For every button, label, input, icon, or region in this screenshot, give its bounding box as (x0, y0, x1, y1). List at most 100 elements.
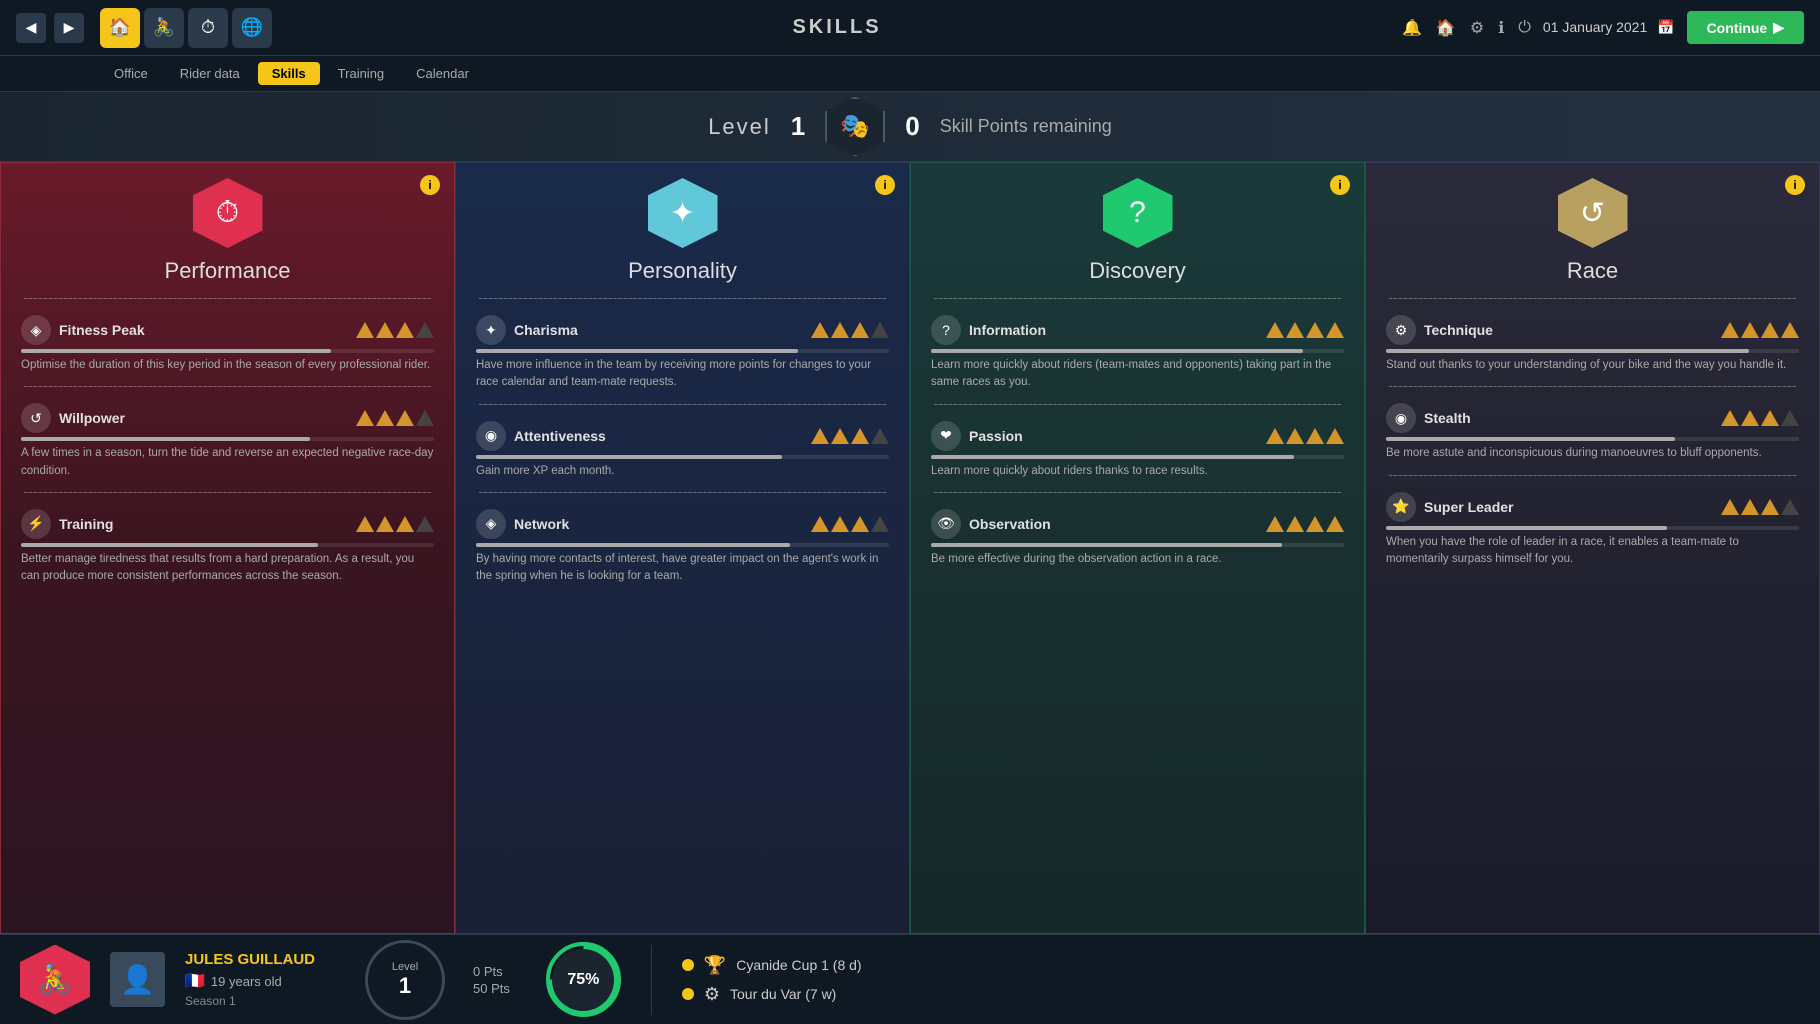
nav-icon-time[interactable]: ⏱ (188, 8, 228, 48)
race-dot-0 (682, 959, 694, 971)
gear-icon[interactable]: ⚙ (1470, 18, 1484, 38)
skill-header-discovery-1: ❤Passion (931, 421, 1344, 451)
star-discovery-0-2 (1306, 322, 1324, 338)
star-performance-1-3 (416, 410, 434, 426)
skill-header-race-0: ⚙Technique (1386, 315, 1799, 345)
page-title: SKILLS (792, 16, 881, 39)
card-info-btn-discovery[interactable]: i (1330, 175, 1350, 195)
skill-desc-race-0: Stand out thanks to your understanding o… (1386, 357, 1799, 374)
tab-office[interactable]: Office (100, 62, 162, 85)
nav-icon-office[interactable]: 🏠 (100, 8, 140, 48)
skill-bar-container-performance-2 (21, 543, 434, 547)
skill-bar-discovery-1 (931, 455, 1294, 459)
skill-name-area-race-1: ◉Stealth (1386, 403, 1471, 433)
star-race-1-1 (1741, 410, 1759, 426)
nav-icon-rider[interactable]: 🚴 (144, 8, 184, 48)
bottom-bar: 🚴 👤 JULES GUILLAUD 🇫🇷 19 years old Seaso… (0, 934, 1820, 1024)
skill-name-area-discovery-2: 👁Observation (931, 509, 1051, 539)
skill-icon-personality-1: ◉ (476, 421, 506, 451)
skill-header-personality-2: ◈Network (476, 509, 889, 539)
level-bar: Level 1 🎭 0 Skill Points remaining (0, 92, 1820, 162)
skill-name-area-personality-0: ✦Charisma (476, 315, 578, 345)
star-discovery-1-2 (1306, 428, 1324, 444)
bell-icon[interactable]: 🔔 (1402, 18, 1422, 38)
level-circle-label: Level (392, 961, 418, 973)
skill-header-race-1: ◉Stealth (1386, 403, 1799, 433)
race-icon-0: 🏆 (704, 955, 726, 976)
race-item-0: 🏆 Cyanide Cup 1 (8 d) (682, 955, 862, 976)
skill-desc-personality-0: Have more influence in the team by recei… (476, 357, 889, 392)
nav-icon-globe[interactable]: 🌐 (232, 8, 272, 48)
nav-back-button[interactable]: ◀ (16, 13, 46, 43)
card-title-personality: Personality (628, 258, 737, 284)
card-info-btn-personality[interactable]: i (875, 175, 895, 195)
card-info-btn-race[interactable]: i (1785, 175, 1805, 195)
nav-icons: 🏠 🚴 ⏱ 🌐 (100, 8, 272, 48)
home-icon[interactable]: 🏠 (1436, 18, 1456, 38)
skill-icon-personality-0: ✦ (476, 315, 506, 345)
top-bar-right: 🔔 🏠 ⚙ ℹ ⏻ 01 January 2021 📅 Continue ▶ (1402, 11, 1804, 44)
tab-rider-data[interactable]: Rider data (166, 62, 254, 85)
progress-circle: 75% (546, 942, 621, 1017)
skill-bar-container-performance-0 (21, 349, 434, 353)
card-icon-personality: ✦ (648, 178, 718, 248)
race-icon-1: ⚙ (704, 984, 720, 1005)
info-icon[interactable]: ℹ (1498, 18, 1504, 38)
skill-card-race: i↺Race⚙TechniqueStand out thanks to your… (1365, 162, 1820, 934)
nav-forward-button[interactable]: ▶ (54, 13, 84, 43)
skill-bar-discovery-0 (931, 349, 1303, 353)
continue-button[interactable]: Continue ▶ (1687, 11, 1804, 44)
tab-calendar[interactable]: Calendar (402, 62, 483, 85)
power-icon[interactable]: ⏻ (1518, 19, 1531, 37)
skill-icon-discovery-1: ❤ (931, 421, 961, 451)
skill-name-performance-1: Willpower (59, 410, 125, 426)
skill-bar-performance-2 (21, 543, 318, 547)
skill-bar-container-personality-2 (476, 543, 889, 547)
race-item-1: ⚙ Tour du Var (7 w) (682, 984, 862, 1005)
star-race-0-3 (1781, 322, 1799, 338)
skill-bar-container-personality-1 (476, 455, 889, 459)
skill-name-performance-2: Training (59, 516, 113, 532)
star-personality-2-1 (831, 516, 849, 532)
star-performance-1-0 (356, 410, 374, 426)
skill-stars-performance-0 (356, 322, 434, 338)
skill-bar-container-discovery-2 (931, 543, 1344, 547)
skill-bar-race-2 (1386, 526, 1667, 530)
skill-header-performance-0: ◈Fitness Peak (21, 315, 434, 345)
star-performance-2-1 (376, 516, 394, 532)
calendar-icon[interactable]: 📅 (1657, 19, 1674, 35)
skill-name-area-discovery-0: ?Information (931, 315, 1046, 345)
star-discovery-2-3 (1326, 516, 1344, 532)
skill-bar-discovery-2 (931, 543, 1282, 547)
star-performance-2-0 (356, 516, 374, 532)
skill-desc-discovery-2: Be more effective during the observation… (931, 551, 1344, 568)
date-display: 01 January 2021 📅 (1543, 19, 1675, 36)
skill-stars-performance-2 (356, 516, 434, 532)
skill-name-discovery-2: Observation (969, 516, 1051, 532)
star-discovery-1-0 (1266, 428, 1284, 444)
star-discovery-2-0 (1266, 516, 1284, 532)
star-performance-1-1 (376, 410, 394, 426)
rider-name: JULES GUILLAUD (185, 951, 315, 968)
skill-name-area-race-0: ⚙Technique (1386, 315, 1493, 345)
star-performance-0-2 (396, 322, 414, 338)
skill-stars-race-1 (1721, 410, 1799, 426)
skill-bar-container-discovery-1 (931, 455, 1344, 459)
tab-training[interactable]: Training (324, 62, 398, 85)
star-personality-0-1 (831, 322, 849, 338)
skill-name-area-race-2: ⭐Super Leader (1386, 492, 1513, 522)
skill-row-race-1: ◉StealthBe more astute and inconspicuous… (1366, 393, 1819, 468)
rider-hexagon: 🎭 (825, 97, 885, 157)
tab-skills[interactable]: Skills (258, 62, 320, 85)
star-discovery-0-3 (1326, 322, 1344, 338)
skill-header-performance-2: ⚡Training (21, 509, 434, 539)
race-dot-1 (682, 988, 694, 1000)
skill-row-personality-0: ✦Charisma Have more influence in the team… (456, 305, 909, 398)
skill-desc-discovery-0: Learn more quickly about riders (team-ma… (931, 357, 1344, 392)
rider-team-hex: 🚴 (20, 945, 90, 1015)
skill-icon-race-2: ⭐ (1386, 492, 1416, 522)
skill-bar-container-race-1 (1386, 437, 1799, 441)
star-race-0-0 (1721, 322, 1739, 338)
skill-header-performance-1: ↺Willpower (21, 403, 434, 433)
card-info-btn-performance[interactable]: i (420, 175, 440, 195)
